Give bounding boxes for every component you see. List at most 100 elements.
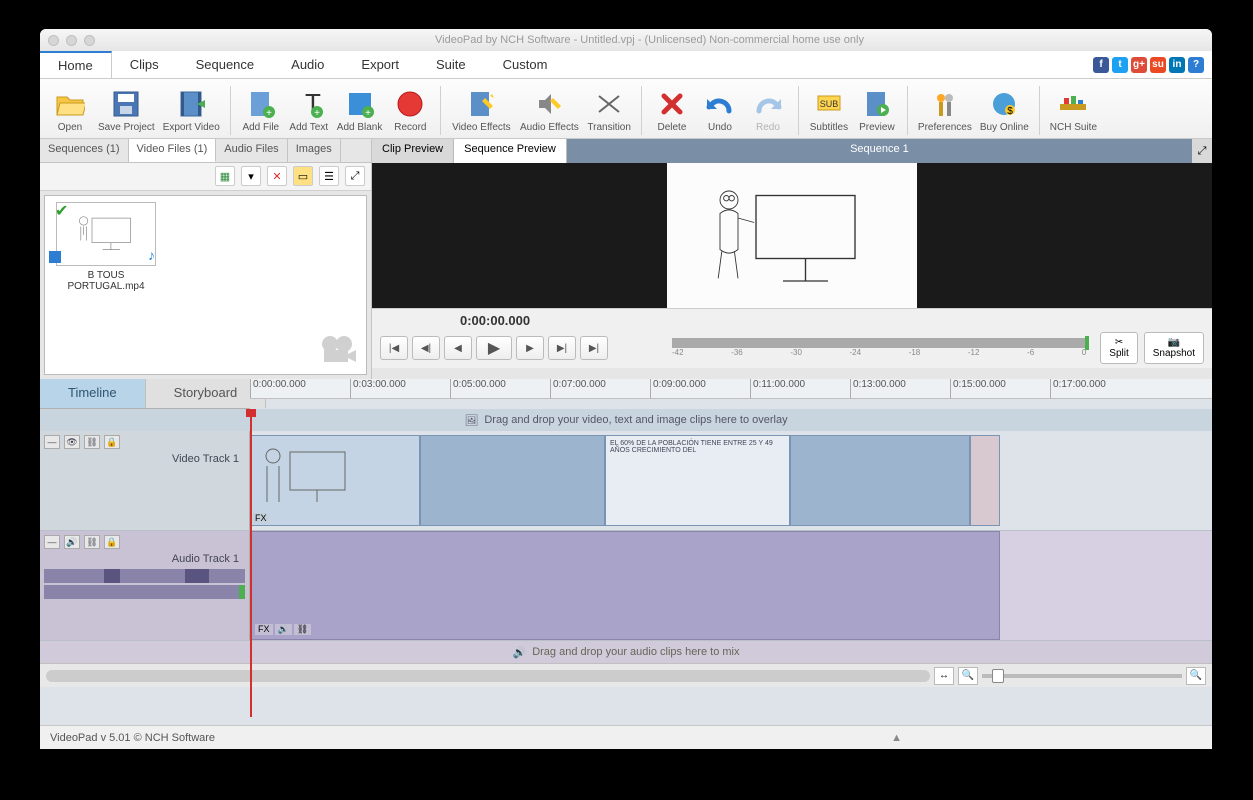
zoom-in-icon[interactable]: 🔍 bbox=[1186, 667, 1206, 685]
goto-end-button[interactable]: ▶| bbox=[580, 336, 608, 360]
video-clip-5[interactable] bbox=[970, 435, 1000, 526]
speaker-icon[interactable]: 🔊 bbox=[64, 535, 80, 549]
menu-audio[interactable]: Audio bbox=[273, 51, 343, 78]
tab-images[interactable]: Images bbox=[288, 139, 341, 162]
preferences-button[interactable]: Preferences bbox=[914, 86, 976, 135]
record-button[interactable]: Record bbox=[386, 86, 434, 135]
window-controls bbox=[48, 35, 95, 46]
videofx-button[interactable]: Video Effects bbox=[447, 86, 515, 135]
transition-button[interactable]: Transition bbox=[583, 86, 635, 135]
bin-folder-icon[interactable]: ▭ bbox=[293, 166, 313, 186]
speaker-badge-icon[interactable]: 🔊 bbox=[275, 624, 292, 635]
minimize-window[interactable] bbox=[66, 35, 77, 46]
video-frame bbox=[667, 163, 917, 308]
collapse-arrow-icon[interactable]: ▲ bbox=[891, 732, 902, 744]
save-button[interactable]: Save Project bbox=[94, 86, 159, 135]
camera-icon bbox=[318, 334, 358, 366]
video-viewport[interactable] bbox=[372, 163, 1212, 308]
tab-sequences[interactable]: Sequences (1) bbox=[40, 139, 129, 162]
split-button[interactable]: ✂Split bbox=[1100, 332, 1137, 364]
open-button[interactable]: Open bbox=[46, 86, 94, 135]
close-window[interactable] bbox=[48, 35, 59, 46]
menu-custom[interactable]: Custom bbox=[485, 51, 567, 78]
eye-icon[interactable]: 👁 bbox=[64, 435, 80, 449]
zoom-fit-icon[interactable]: ↔ bbox=[934, 667, 954, 685]
forward-button[interactable]: ▶ bbox=[516, 336, 544, 360]
bin-delete-icon[interactable]: ✕ bbox=[267, 166, 287, 186]
addblank-button[interactable]: +Add Blank bbox=[333, 86, 387, 135]
audio-clip[interactable]: FX 🔊 ⛓ bbox=[250, 531, 1000, 640]
facebook-icon[interactable]: f bbox=[1093, 57, 1109, 73]
collapse-icon[interactable]: — bbox=[44, 535, 60, 549]
menu-sequence[interactable]: Sequence bbox=[178, 51, 274, 78]
playhead[interactable] bbox=[250, 417, 252, 717]
tab-clip-preview[interactable]: Clip Preview bbox=[372, 139, 454, 163]
status-text: VideoPad v 5.01 © NCH Software bbox=[50, 732, 215, 744]
bin-expand-icon[interactable]: ⤢ bbox=[345, 166, 365, 186]
linkedin-icon[interactable]: in bbox=[1169, 57, 1185, 73]
play-button[interactable]: ▶ bbox=[476, 336, 512, 360]
video-clip-4[interactable] bbox=[790, 435, 970, 526]
undo-button[interactable]: Undo bbox=[696, 86, 744, 135]
prev-frame-button[interactable]: ◀| bbox=[412, 336, 440, 360]
redo-button[interactable]: Redo bbox=[744, 86, 792, 135]
addfile-button[interactable]: +Add File bbox=[237, 86, 285, 135]
lock-icon[interactable]: 🔒 bbox=[104, 435, 120, 449]
bin-add-icon[interactable]: ▦ bbox=[215, 166, 235, 186]
bin-list-icon[interactable]: ☰ bbox=[319, 166, 339, 186]
zoom-out-icon[interactable]: 🔍 bbox=[958, 667, 978, 685]
audio-track-body[interactable]: FX 🔊 ⛓ bbox=[250, 531, 1212, 640]
tab-audio-files[interactable]: Audio Files bbox=[216, 139, 287, 162]
video-clip-3[interactable]: EL 60% DE LA POBLACIÓN TIENE ENTRE 25 Y … bbox=[605, 435, 790, 526]
subtitles-button[interactable]: SUBSubtitles bbox=[805, 86, 853, 135]
video-track-row: — 👁 ⛓ 🔒 Video Track 1 FX EL 60% DE LA PO… bbox=[40, 431, 1212, 531]
fx-badge[interactable]: FX bbox=[253, 513, 269, 523]
preview-button[interactable]: Preview bbox=[853, 86, 901, 135]
export-button[interactable]: Export Video bbox=[159, 86, 224, 135]
scrollbar[interactable] bbox=[46, 670, 930, 682]
media-bin: Sequences (1) Video Files (1) Audio File… bbox=[40, 139, 372, 379]
clip-item[interactable]: ✔ ♪ B TOUS PORTUGAL.mp4 bbox=[51, 202, 161, 292]
addtext-button[interactable]: T+Add Text bbox=[285, 86, 333, 135]
menu-home[interactable]: Home bbox=[40, 51, 112, 78]
link-icon[interactable]: ⛓ bbox=[84, 435, 100, 449]
check-icon: ✔ bbox=[55, 201, 68, 221]
expand-preview-icon[interactable]: ⤢ bbox=[1192, 139, 1212, 163]
fx-badge[interactable]: FX bbox=[255, 624, 273, 635]
link-icon[interactable]: ⛓ bbox=[84, 535, 100, 549]
lock-icon[interactable]: 🔒 bbox=[104, 535, 120, 549]
stumbleupon-icon[interactable]: su bbox=[1150, 57, 1166, 73]
goto-start-button[interactable]: |◀ bbox=[380, 336, 408, 360]
tab-sequence-preview[interactable]: Sequence Preview bbox=[454, 139, 567, 163]
bin-dropdown-icon[interactable]: ▾ bbox=[241, 166, 261, 186]
menu-clips[interactable]: Clips bbox=[112, 51, 178, 78]
menu-export[interactable]: Export bbox=[343, 51, 418, 78]
tab-timeline[interactable]: Timeline bbox=[40, 379, 146, 408]
time-ruler[interactable]: 0:00:00.000 0:03:00.000 0:05:00.000 0:07… bbox=[250, 379, 1212, 399]
video-track-body[interactable]: FX EL 60% DE LA POBLACIÓN TIENE ENTRE 25… bbox=[250, 431, 1212, 530]
twitter-icon[interactable]: t bbox=[1112, 57, 1128, 73]
nchsuite-button[interactable]: NCH Suite bbox=[1046, 86, 1101, 135]
snapshot-button[interactable]: 📷Snapshot bbox=[1144, 332, 1204, 364]
collapse-icon[interactable]: — bbox=[44, 435, 60, 449]
music-note-icon: ♪ bbox=[148, 247, 155, 263]
window-title: VideoPad by NCH Software - Untitled.vpj … bbox=[95, 34, 1204, 46]
video-track-header: — 👁 ⛓ 🔒 Video Track 1 bbox=[40, 431, 250, 530]
next-frame-button[interactable]: ▶| bbox=[548, 336, 576, 360]
audiofx-button[interactable]: Audio Effects bbox=[515, 86, 583, 135]
help-icon[interactable]: ? bbox=[1188, 57, 1204, 73]
video-clip-1[interactable]: FX bbox=[250, 435, 420, 526]
googleplus-icon[interactable]: g+ bbox=[1131, 57, 1147, 73]
link-badge-icon[interactable]: ⛓ bbox=[294, 624, 311, 635]
video-clip-2[interactable] bbox=[420, 435, 605, 526]
tab-video-files[interactable]: Video Files (1) bbox=[129, 139, 217, 162]
buyonline-button[interactable]: $Buy Online bbox=[976, 86, 1033, 135]
delete-button[interactable]: Delete bbox=[648, 86, 696, 135]
zoom-slider[interactable] bbox=[982, 674, 1182, 678]
tab-storyboard[interactable]: Storyboard bbox=[146, 379, 267, 408]
audio-hint: 🔊 Drag and drop your audio clips here to… bbox=[40, 641, 1212, 663]
rewind-button[interactable]: ◀ bbox=[444, 336, 472, 360]
bin-body[interactable]: ✔ ♪ B TOUS PORTUGAL.mp4 bbox=[44, 195, 367, 375]
zoom-window[interactable] bbox=[84, 35, 95, 46]
menu-suite[interactable]: Suite bbox=[418, 51, 485, 78]
